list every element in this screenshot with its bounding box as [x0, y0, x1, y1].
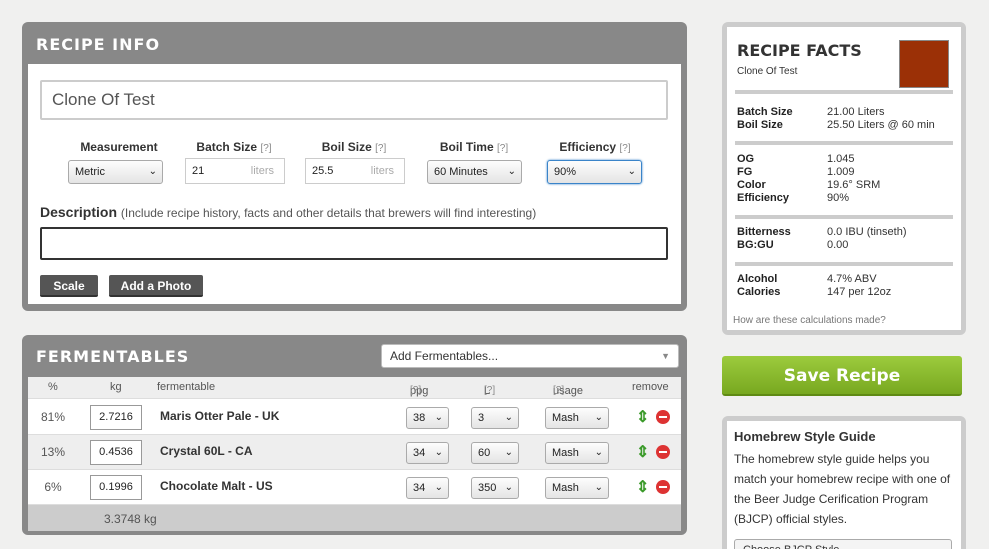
fact-calories: Calories 147 per 12oz — [737, 286, 892, 298]
batch-size-input[interactable]: 21 liters — [185, 158, 285, 184]
add-fermentables-select[interactable]: Add Fermentables... ▼ — [381, 344, 679, 368]
chevron-down-icon: ⌄ — [627, 166, 636, 177]
fact-bg-gu: BG:GU 0.00 — [737, 239, 849, 251]
chevron-down-icon: ⌄ — [594, 447, 603, 458]
style-guide-panel: Homebrew Style Guide The homebrew style … — [722, 416, 966, 549]
recipe-info-title: RECIPE INFO — [36, 35, 161, 54]
triangle-down-icon: ▼ — [661, 351, 670, 361]
calculations-link[interactable]: How are these calculations made? — [733, 315, 886, 326]
ppg-select[interactable]: 34 ⌄ — [406, 442, 449, 464]
fact-og: OG 1.045 — [737, 153, 855, 165]
table-row: 13% 0.4536 Crystal 60L - CA 34 ⌄ 60 ⌄ Mash… — [28, 435, 681, 470]
remove-icon[interactable] — [656, 410, 670, 424]
chevron-down-icon: ⌄ — [148, 166, 157, 177]
chevron-down-icon: ⌄ — [507, 166, 516, 177]
scale-button[interactable]: Scale — [40, 275, 98, 297]
boil-size-label: Boil Size [?] — [321, 140, 387, 154]
amount-input[interactable]: 0.1996 — [90, 475, 142, 500]
fact-fg: FG 1.009 — [737, 166, 855, 178]
fact-efficiency: Efficiency 90% — [737, 192, 850, 204]
measurement-select[interactable]: Metric ⌄ — [68, 160, 163, 184]
help-icon[interactable]: [?] — [375, 143, 386, 154]
style-guide-body: Homebrew Style Guide The homebrew style … — [727, 421, 961, 549]
style-guide-title: Homebrew Style Guide — [734, 429, 876, 444]
style-guide-text: The homebrew style guide helps you match… — [734, 452, 951, 526]
description-label: Description (Include recipe history, fac… — [40, 204, 537, 220]
table-row: 6% 0.1996 Chocolate Malt - US 34 ⌄ 350 ⌄ M… — [28, 470, 681, 505]
description-input[interactable] — [40, 227, 668, 260]
lovibond-select[interactable]: 60 ⌄ — [471, 442, 519, 464]
divider — [735, 262, 953, 266]
recipe-facts-subtitle: Clone Of Test — [737, 66, 798, 77]
move-icon[interactable]: ⇕ — [636, 477, 649, 497]
fermentables-panel: FERMENTABLES Add Fermentables... ▼ % kg … — [22, 335, 687, 535]
table-header: % kg fermentable ppg [?] L [?] usage [?]… — [28, 377, 681, 399]
recipe-info-body: Clone Of Test Measurement Metric ⌄ Batch… — [28, 64, 681, 304]
help-icon[interactable]: [?] — [410, 385, 421, 396]
bjcp-style-select[interactable]: Choose BJCP Style — [734, 539, 952, 549]
help-icon[interactable]: [?] — [497, 143, 508, 154]
chevron-down-icon: ⌄ — [594, 482, 603, 493]
chevron-down-icon: ⌄ — [594, 412, 603, 423]
fact-alcohol: Alcohol 4.7% ABV — [737, 273, 877, 285]
ppg-select[interactable]: 34 ⌄ — [406, 477, 449, 499]
fermentables-title: FERMENTABLES — [36, 347, 190, 366]
move-icon[interactable]: ⇕ — [636, 442, 649, 462]
fact-batch-size: Batch Size 21.00 Liters — [737, 106, 885, 118]
usage-select[interactable]: Mash ⌄ — [545, 442, 609, 464]
add-photo-button[interactable]: Add a Photo — [109, 275, 203, 297]
fermentables-table: % kg fermentable ppg [?] L [?] usage [?]… — [28, 377, 681, 531]
fact-boil-size: Boil Size 25.50 Liters @ 60 min — [737, 119, 935, 131]
usage-select[interactable]: Mash ⌄ — [545, 477, 609, 499]
recipe-facts-title: RECIPE FACTS — [737, 41, 862, 60]
fact-color: Color 19.6° SRM — [737, 179, 881, 191]
help-icon[interactable]: [?] — [260, 143, 271, 154]
chevron-down-icon: ⌄ — [434, 482, 443, 493]
divider — [735, 141, 953, 145]
divider — [735, 90, 953, 94]
efficiency-label: Efficiency [?] — [559, 140, 631, 154]
chevron-down-icon: ⌄ — [504, 447, 513, 458]
remove-icon[interactable] — [656, 445, 670, 459]
lovibond-select[interactable]: 350 ⌄ — [471, 477, 519, 499]
fact-bitterness: Bitterness 0.0 IBU (tinseth) — [737, 226, 907, 238]
measurement-label: Measurement — [80, 140, 158, 154]
recipe-name-input[interactable]: Clone Of Test — [40, 80, 668, 120]
amount-input[interactable]: 2.7216 — [90, 405, 142, 430]
usage-select[interactable]: Mash ⌄ — [545, 407, 609, 429]
table-row: 81% 2.7216 Maris Otter Pale - UK 38 ⌄ 3 ⌄ … — [28, 400, 681, 435]
chevron-down-icon: ⌄ — [504, 412, 513, 423]
recipe-info-panel: RECIPE INFO Clone Of Test Measurement Me… — [22, 22, 687, 311]
boil-time-label: Boil Time [?] — [439, 140, 509, 154]
table-footer: 3.3748 kg — [28, 505, 681, 531]
move-icon[interactable]: ⇕ — [636, 407, 649, 427]
batch-size-label: Batch Size [?] — [196, 140, 272, 154]
help-icon[interactable]: [?] — [619, 143, 630, 154]
efficiency-select[interactable]: 90% ⌄ — [547, 160, 642, 184]
boil-time-select[interactable]: 60 Minutes ⌄ — [427, 160, 522, 184]
recipe-facts-body: RECIPE FACTS Clone Of Test Batch Size 21.… — [727, 27, 961, 330]
boil-size-input[interactable]: 25.5 liters — [305, 158, 405, 184]
help-icon[interactable]: [?] — [484, 385, 495, 396]
recipe-facts-panel: RECIPE FACTS Clone Of Test Batch Size 21.… — [722, 22, 966, 335]
chevron-down-icon: ⌄ — [504, 482, 513, 493]
chevron-down-icon: ⌄ — [434, 447, 443, 458]
amount-input[interactable]: 0.4536 — [90, 440, 142, 465]
color-swatch — [899, 40, 949, 88]
remove-icon[interactable] — [656, 480, 670, 494]
save-recipe-button[interactable]: Save Recipe — [722, 356, 962, 396]
chevron-down-icon: ⌄ — [434, 412, 443, 423]
lovibond-select[interactable]: 3 ⌄ — [471, 407, 519, 429]
help-icon[interactable]: [?] — [553, 385, 564, 396]
ppg-select[interactable]: 38 ⌄ — [406, 407, 449, 429]
total-weight: 3.3748 kg — [104, 512, 157, 526]
divider — [735, 215, 953, 219]
